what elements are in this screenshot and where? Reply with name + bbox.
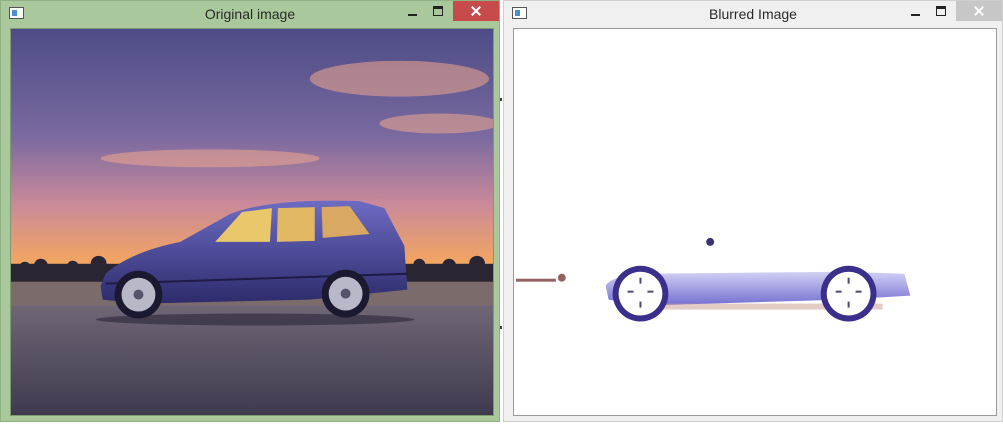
maximize-icon[interactable] bbox=[928, 1, 954, 21]
stray-mark bbox=[500, 98, 502, 101]
blurred-car-photo bbox=[514, 29, 996, 415]
blurred-image-window[interactable]: Blurred Image bbox=[503, 0, 1003, 422]
title-bar[interactable]: Blurred Image bbox=[504, 1, 1002, 28]
minimize-icon[interactable] bbox=[399, 1, 425, 21]
original-image-window[interactable]: Original image bbox=[0, 0, 500, 422]
minimize-icon[interactable] bbox=[902, 1, 928, 21]
stray-mark bbox=[500, 326, 502, 329]
close-icon[interactable] bbox=[453, 1, 499, 21]
blurred-image-canvas bbox=[513, 28, 997, 416]
title-bar[interactable]: Original image bbox=[1, 1, 499, 28]
original-image-canvas bbox=[10, 28, 494, 416]
close-icon[interactable] bbox=[956, 1, 1002, 21]
original-car-photo bbox=[11, 29, 493, 415]
maximize-icon[interactable] bbox=[425, 1, 451, 21]
